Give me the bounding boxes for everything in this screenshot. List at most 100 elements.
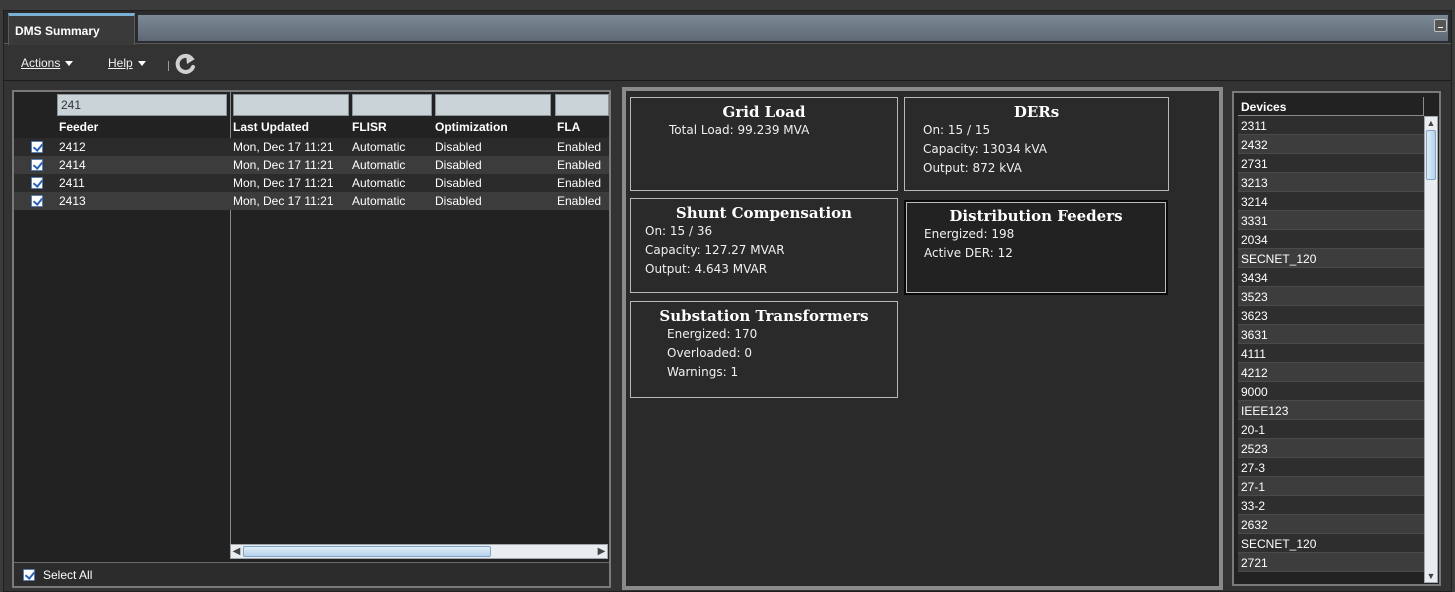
list-item[interactable]: 2721 bbox=[1238, 553, 1424, 572]
list-item[interactable]: SECNET_120 bbox=[1238, 534, 1424, 553]
row-checkbox[interactable] bbox=[31, 141, 43, 153]
table-row[interactable]: 2411 Mon, Dec 17 11:21 Automatic Disable… bbox=[14, 174, 609, 192]
cell-flisr: Automatic bbox=[352, 158, 406, 172]
table-row[interactable]: 2412 Mon, Dec 17 11:21 Automatic Disable… bbox=[14, 138, 609, 156]
card-line: On: 15 / 15 bbox=[923, 123, 991, 137]
menu-bar: Actions Help bbox=[4, 45, 1451, 81]
cell-feeder: 2414 bbox=[59, 158, 86, 172]
cell-optimization: Disabled bbox=[435, 140, 482, 154]
vertical-scrollbar[interactable]: ▲ ▼ bbox=[1424, 116, 1438, 583]
summary-panel: Grid Load Total Load: 99.239 MVA DERs On… bbox=[622, 87, 1223, 590]
list-item[interactable]: 2523 bbox=[1238, 439, 1424, 458]
cell-flisr: Automatic bbox=[352, 140, 406, 154]
column-header-flisr[interactable]: FLISR bbox=[352, 120, 387, 134]
cell-last-updated: Mon, Dec 17 11:21 bbox=[233, 140, 334, 154]
devices-header[interactable]: Devices bbox=[1238, 97, 1424, 116]
toolbar-separator bbox=[168, 61, 169, 71]
list-item[interactable]: 9000 bbox=[1238, 382, 1424, 401]
scrollbar-thumb[interactable] bbox=[243, 546, 491, 557]
select-all-checkbox[interactable] bbox=[23, 569, 35, 581]
last-updated-filter-input[interactable] bbox=[233, 94, 349, 116]
card-line: Total Load: 99.239 MVA bbox=[669, 123, 810, 137]
chevron-down-icon[interactable]: ▼ bbox=[1425, 570, 1437, 582]
card-line: Capacity: 13034 kVA bbox=[923, 142, 1048, 156]
table-row[interactable]: 2414 Mon, Dec 17 11:21 Automatic Disable… bbox=[14, 156, 609, 174]
list-item[interactable]: 3214 bbox=[1238, 192, 1424, 211]
list-item[interactable]: SECNET_120 bbox=[1238, 249, 1424, 268]
cell-last-updated: Mon, Dec 17 11:21 bbox=[233, 158, 334, 172]
chevron-up-icon[interactable]: ▲ bbox=[1425, 117, 1437, 129]
list-item[interactable]: 3331 bbox=[1238, 211, 1424, 230]
tab-bar: DMS Summary bbox=[4, 11, 1451, 45]
actions-menu-label: Actions bbox=[21, 56, 61, 70]
card-line: Warnings: 1 bbox=[667, 365, 739, 379]
ders-card[interactable]: DERs On: 15 / 15 Capacity: 13034 kVA Out… bbox=[904, 97, 1169, 191]
column-header-feeder[interactable]: Feeder bbox=[59, 120, 98, 134]
card-title: Shunt Compensation bbox=[675, 204, 853, 222]
tab-title: DMS Summary bbox=[15, 24, 100, 38]
cell-flisr: Automatic bbox=[352, 194, 406, 208]
help-menu[interactable]: Help bbox=[108, 56, 146, 70]
card-title: DERs bbox=[1013, 103, 1060, 121]
substation-transformers-card[interactable]: Substation Transformers Energized: 170 O… bbox=[630, 301, 898, 398]
list-item[interactable]: 3523 bbox=[1238, 287, 1424, 306]
list-item[interactable]: 2034 bbox=[1238, 230, 1424, 249]
actions-menu[interactable]: Actions bbox=[21, 56, 74, 70]
list-item[interactable]: 27-1 bbox=[1238, 477, 1424, 496]
devices-list: Devices 2311 2432 2731 3213 3214 3331 2034 SECN… bbox=[1232, 91, 1441, 586]
list-item[interactable]: 4111 bbox=[1238, 344, 1424, 363]
column-header-last-updated[interactable]: Last Updated bbox=[233, 120, 309, 134]
grid-load-card[interactable]: Grid Load Total Load: 99.239 MVA bbox=[630, 97, 898, 191]
cell-flisr: Automatic bbox=[352, 176, 406, 190]
list-item[interactable]: 2632 bbox=[1238, 515, 1424, 534]
cell-last-updated: Mon, Dec 17 11:21 bbox=[233, 194, 334, 208]
optimization-filter-input[interactable] bbox=[435, 94, 551, 116]
scrollbar-thumb[interactable] bbox=[1426, 130, 1436, 180]
refresh-icon[interactable] bbox=[174, 52, 200, 76]
cell-fla: Enabled bbox=[557, 140, 602, 154]
list-item[interactable]: 2432 bbox=[1238, 135, 1424, 154]
list-item[interactable]: 20-1 bbox=[1238, 420, 1424, 439]
card-line: Overloaded: 0 bbox=[667, 346, 753, 360]
cell-fla: Enabled bbox=[557, 158, 602, 172]
list-item[interactable]: 3434 bbox=[1238, 268, 1424, 287]
list-item[interactable]: 33-2 bbox=[1238, 496, 1424, 515]
flisr-filter-input[interactable] bbox=[352, 94, 432, 116]
select-all-label[interactable]: Select All bbox=[43, 568, 92, 582]
chevron-down-icon bbox=[137, 61, 146, 67]
cell-optimization: Disabled bbox=[435, 158, 482, 172]
list-item[interactable]: 4212 bbox=[1238, 363, 1424, 382]
distribution-feeders-card[interactable]: Distribution Feeders Energized: 198 Acti… bbox=[904, 200, 1168, 295]
minimize-icon[interactable] bbox=[1434, 19, 1447, 32]
fla-filter-input[interactable] bbox=[555, 94, 609, 116]
row-checkbox[interactable] bbox=[31, 177, 43, 189]
list-item[interactable]: 2731 bbox=[1238, 154, 1424, 173]
card-line: On: 15 / 36 bbox=[645, 224, 713, 238]
cell-fla: Enabled bbox=[557, 176, 602, 190]
list-item[interactable]: IEEE123 bbox=[1238, 401, 1424, 420]
list-item[interactable]: 3623 bbox=[1238, 306, 1424, 325]
row-checkbox[interactable] bbox=[31, 159, 43, 171]
feeder-filter-input[interactable]: 241 bbox=[57, 94, 227, 116]
row-checkbox[interactable] bbox=[31, 195, 43, 207]
cell-feeder: 2411 bbox=[59, 176, 85, 190]
chevron-down-icon bbox=[65, 61, 74, 67]
horizontal-scrollbar[interactable]: ◀ ▶ bbox=[230, 544, 608, 559]
chevron-left-icon[interactable]: ◀ bbox=[231, 545, 242, 558]
list-item[interactable]: 2311 bbox=[1238, 116, 1424, 135]
cell-fla: Enabled bbox=[557, 194, 602, 208]
card-line: Output: 4.643 MVAR bbox=[645, 262, 768, 276]
table-row[interactable]: 2413 Mon, Dec 17 11:21 Automatic Disable… bbox=[14, 192, 609, 210]
list-item[interactable]: 27-3 bbox=[1238, 458, 1424, 477]
cell-last-updated: Mon, Dec 17 11:21 bbox=[233, 176, 334, 190]
column-header-optimization[interactable]: Optimization bbox=[435, 120, 508, 134]
list-item[interactable]: 3631 bbox=[1238, 325, 1424, 344]
help-menu-label: Help bbox=[108, 56, 133, 70]
card-line: Energized: 198 bbox=[924, 227, 1015, 241]
tab-dms-summary[interactable]: DMS Summary bbox=[8, 13, 135, 45]
cell-optimization: Disabled bbox=[435, 194, 482, 208]
list-item[interactable]: 3213 bbox=[1238, 173, 1424, 192]
shunt-compensation-card[interactable]: Shunt Compensation On: 15 / 36 Capacity:… bbox=[630, 198, 898, 293]
column-header-fla[interactable]: FLA bbox=[557, 120, 580, 134]
chevron-right-icon[interactable]: ▶ bbox=[596, 545, 607, 558]
